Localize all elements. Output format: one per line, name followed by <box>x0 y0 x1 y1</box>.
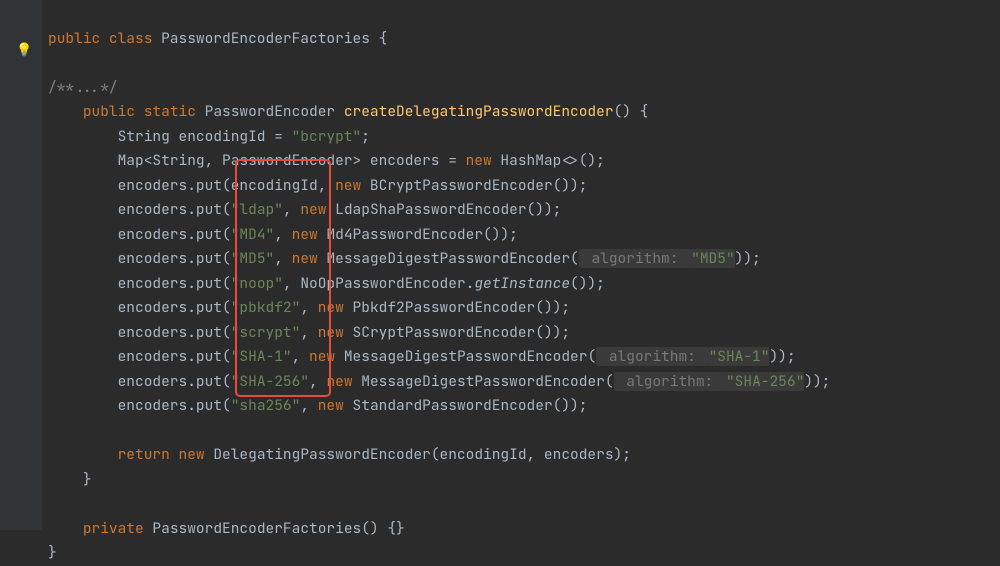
line-put-noop: encoders.put("noop", NoOpPasswordEncoder… <box>48 274 605 293</box>
line-put-sha1: encoders.put("SHA-1", new MessageDigestP… <box>48 347 796 366</box>
line-put-scrypt: encoders.put("scrypt", new SCryptPasswor… <box>48 323 570 342</box>
line-class-close: } <box>48 543 57 562</box>
line-put-pbkdf2: encoders.put("pbkdf2", new Pbkdf2Passwor… <box>48 298 570 317</box>
line-put-md4: encoders.put("MD4", new Md4PasswordEncod… <box>48 225 518 244</box>
line-put-sha256b: encoders.put("sha256", new StandardPassw… <box>48 396 587 415</box>
code-editor[interactable]: public class PasswordEncoderFactories { … <box>48 2 830 566</box>
line-put-md5: encoders.put("MD5", new MessageDigestPas… <box>48 249 761 268</box>
line-put-ldap: encoders.put("ldap", new LdapShaPassword… <box>48 200 561 219</box>
line-map-decl: Map<String, PasswordEncoder> encoders = … <box>48 151 605 170</box>
line-private-ctor: private PasswordEncoderFactories() {} <box>48 519 405 538</box>
line-return: return new DelegatingPasswordEncoder(enc… <box>48 445 631 464</box>
line-method-sig: public static PasswordEncoder createDele… <box>48 102 648 121</box>
line-put-sha256a: encoders.put("SHA-256", new MessageDiges… <box>48 372 830 391</box>
param-hint-algorithm: algorithm: <box>579 249 691 268</box>
line-comment: /**...*/ <box>48 78 118 97</box>
line-class-decl: public class PasswordEncoderFactories { <box>48 29 387 48</box>
editor-gutter <box>0 0 42 530</box>
param-hint-algorithm: algorithm: <box>614 372 726 391</box>
param-hint-algorithm: algorithm: <box>596 347 708 366</box>
line-put-bcrypt: encoders.put(encodingId, new BCryptPassw… <box>48 176 587 195</box>
line-encoding-id: String encodingId = "bcrypt"; <box>48 127 370 146</box>
intention-bulb-icon[interactable]: 💡 <box>16 38 30 52</box>
line-method-close: } <box>48 470 92 489</box>
